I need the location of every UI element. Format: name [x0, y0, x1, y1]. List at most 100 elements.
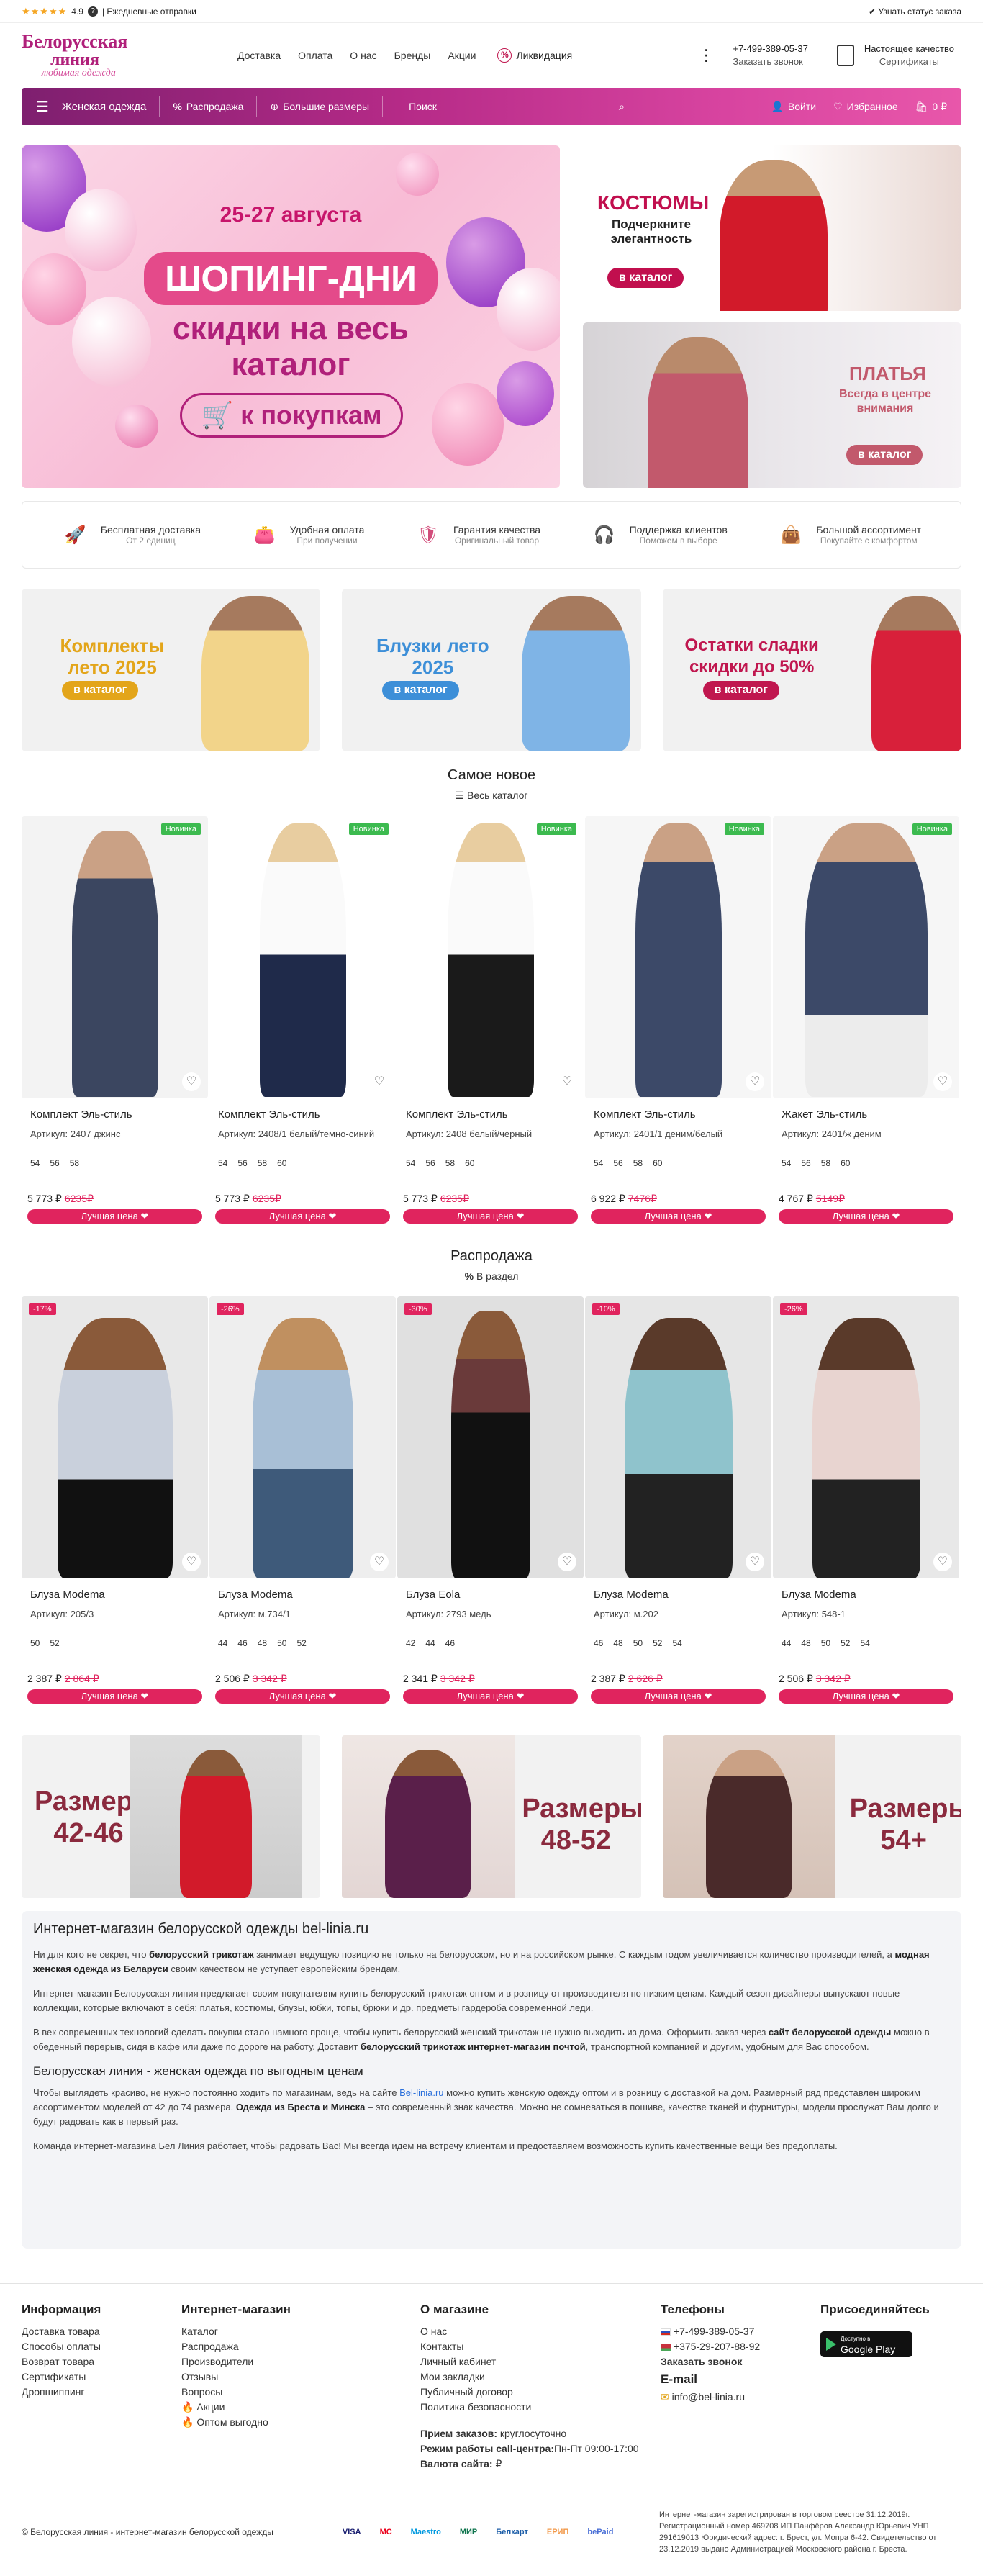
size-option[interactable]: 46	[445, 1638, 455, 1653]
size-option[interactable]: 54	[672, 1638, 681, 1653]
google-play-button[interactable]: Доступно в Google Play	[820, 2331, 912, 2357]
big-sizes-link[interactable]: ⊕ Большие размеры	[270, 101, 369, 113]
size-option[interactable]: 54	[406, 1158, 415, 1172]
size-option[interactable]: 54	[860, 1638, 869, 1653]
question-icon[interactable]: ?	[87, 6, 98, 17]
product-name[interactable]: Блуза Modema	[218, 1588, 387, 1601]
sale-link[interactable]: % Распродажа	[173, 101, 243, 112]
phone-ru[interactable]: +7-499-389-05-37	[661, 2324, 820, 2339]
footer-link[interactable]: Способы оплаты	[22, 2339, 181, 2354]
footer-link[interactable]: Распродажа	[181, 2339, 420, 2354]
catalog-link[interactable]: ☰ Весь каталог	[0, 790, 983, 802]
phone-number[interactable]: +7-499-389-05-37	[733, 42, 807, 55]
size-option[interactable]: 48	[801, 1638, 810, 1653]
product-name[interactable]: Блуза Modema	[782, 1588, 951, 1601]
product-card[interactable]: -30% ♡ Блуза Eola Артикул: 2793 медь 42 4…	[397, 1296, 584, 1704]
footer-link[interactable]: Публичный договор	[420, 2385, 661, 2400]
size-option[interactable]: 46	[237, 1638, 247, 1653]
promo-button[interactable]: в каталог	[62, 681, 139, 700]
size-option[interactable]: 60	[841, 1158, 850, 1172]
size-option[interactable]: 60	[653, 1158, 662, 1172]
size-option[interactable]: 52	[653, 1638, 662, 1653]
certificates-link[interactable]: Сертификаты	[864, 55, 954, 68]
menu-icon[interactable]: ☰	[36, 98, 49, 116]
product-image[interactable]: Новинка ♡	[397, 816, 584, 1098]
footer-link[interactable]: Личный кабинет	[420, 2354, 661, 2369]
footer-link[interactable]: Доставка товара	[22, 2324, 181, 2339]
search-icon[interactable]: ⌕	[619, 101, 625, 113]
favorite-icon[interactable]: ♡	[182, 1553, 201, 1571]
footer-link[interactable]: Каталог	[181, 2324, 420, 2339]
footer-link[interactable]: Мои закладки	[420, 2369, 661, 2385]
footer-link[interactable]: Дропшиппинг	[22, 2385, 181, 2400]
nav-about[interactable]: О нас	[350, 50, 376, 61]
login-link[interactable]: 👤 Войти	[771, 101, 816, 113]
hero-cta-button[interactable]: 🛒 к покупкам	[180, 393, 403, 438]
product-name[interactable]: Жакет Эль-стиль	[782, 1108, 951, 1121]
size-option[interactable]: 42	[406, 1638, 415, 1653]
product-card[interactable]: -26% ♡ Блуза Modema Артикул: м.734/1 44 4…	[209, 1296, 396, 1704]
size-option[interactable]: 54	[782, 1158, 791, 1172]
favorites-link[interactable]: ♡ Избранное	[833, 101, 898, 113]
product-image[interactable]: -26% ♡	[773, 1296, 959, 1578]
size-option[interactable]: 48	[613, 1638, 622, 1653]
promo-button[interactable]: в каталог	[382, 681, 459, 700]
phone-by[interactable]: +375-29-207-88-92	[661, 2339, 820, 2354]
footer-link[interactable]: Сертификаты	[22, 2369, 181, 2385]
product-image[interactable]: Новинка ♡	[773, 816, 959, 1098]
footer-link[interactable]: Отзывы	[181, 2369, 420, 2385]
promo-sets[interactable]: Комплекты лето 2025 в каталог	[22, 589, 321, 751]
size-option[interactable]: 52	[50, 1638, 59, 1653]
size-option[interactable]: 56	[50, 1158, 59, 1172]
size-option[interactable]: 44	[425, 1638, 435, 1653]
product-card[interactable]: -26% ♡ Блуза Modema Артикул: 548-1 44 48 5…	[773, 1296, 959, 1704]
size-option[interactable]: 60	[465, 1158, 474, 1172]
product-image[interactable]: -10% ♡	[585, 1296, 771, 1578]
size-option[interactable]: 58	[445, 1158, 455, 1172]
size-banner-48-52[interactable]: Размеры 48-52	[342, 1735, 641, 1898]
product-name[interactable]: Комплект Эль-стиль	[218, 1108, 387, 1121]
product-card[interactable]: Новинка ♡ Комплект Эль-стиль Артикул: 24…	[209, 816, 396, 1224]
search-input[interactable]	[409, 101, 589, 112]
cart-link[interactable]: 🛍 0 ₽	[915, 101, 947, 113]
product-image[interactable]: -17% ♡	[22, 1296, 208, 1578]
favorite-icon[interactable]: ♡	[746, 1072, 764, 1091]
site-link[interactable]: Bel-linia.ru	[399, 2087, 443, 2098]
product-image[interactable]: -30% ♡	[397, 1296, 584, 1578]
catalog-menu[interactable]: Женская одежда	[62, 101, 146, 113]
size-option[interactable]: 44	[218, 1638, 227, 1653]
hero-banner[interactable]: 25-27 августа ШОПИНГ-ДНИ скидки на весь …	[22, 145, 560, 488]
product-name[interactable]: Блуза Modema	[30, 1588, 199, 1601]
logo[interactable]: Белорусская линия любимая одежда	[22, 32, 144, 78]
sale-section-link[interactable]: % В раздел	[0, 1270, 983, 1282]
suits-banner[interactable]: КОСТЮМЫ Подчеркните элегантность в катал…	[583, 145, 961, 311]
footer-link[interactable]: Контакты	[420, 2339, 661, 2354]
size-option[interactable]: 46	[594, 1638, 603, 1653]
size-option[interactable]: 44	[782, 1638, 791, 1653]
quality-block[interactable]: Настоящее качество Сертификаты	[836, 42, 954, 68]
more-dots-icon[interactable]: ⋮	[698, 48, 714, 63]
footer-link[interactable]: Возврат товара	[22, 2354, 181, 2369]
favorite-icon[interactable]: ♡	[558, 1553, 576, 1571]
product-image[interactable]: -26% ♡	[209, 1296, 396, 1578]
size-option[interactable]: 56	[237, 1158, 247, 1172]
size-option[interactable]: 56	[613, 1158, 622, 1172]
nav-promos[interactable]: Акции	[448, 50, 476, 61]
product-name[interactable]: Комплект Эль-стиль	[30, 1108, 199, 1121]
header-phone[interactable]: +7-499-389-05-37 Заказать звонок	[733, 42, 807, 68]
product-card[interactable]: Новинка ♡ Комплект Эль-стиль Артикул: 24…	[22, 816, 208, 1224]
liquidation-link[interactable]: % Ликвидация	[497, 48, 572, 63]
size-option[interactable]: 50	[633, 1638, 643, 1653]
favorite-icon[interactable]: ♡	[370, 1553, 389, 1571]
footer-link-wholesale[interactable]: 🔥 Оптом выгодно	[181, 2415, 420, 2430]
product-card[interactable]: -17% ♡ Блуза Modema Артикул: 205/3 50 52 …	[22, 1296, 208, 1704]
size-option[interactable]: 54	[30, 1158, 40, 1172]
promo-blouses[interactable]: Блузки лето 2025 в каталог	[342, 589, 641, 751]
footer-link[interactable]: Вопросы	[181, 2385, 420, 2400]
order-status-link[interactable]: ✔ Узнать статус заказа	[869, 6, 961, 17]
product-name[interactable]: Блуза Eola	[406, 1588, 575, 1601]
product-image[interactable]: Новинка ♡	[585, 816, 771, 1098]
product-name[interactable]: Комплект Эль-стиль	[406, 1108, 575, 1121]
product-image[interactable]: Новинка ♡	[22, 816, 208, 1098]
dresses-banner[interactable]: ПЛАТЬЯ Всегда в центре внимания в катало…	[583, 322, 961, 488]
